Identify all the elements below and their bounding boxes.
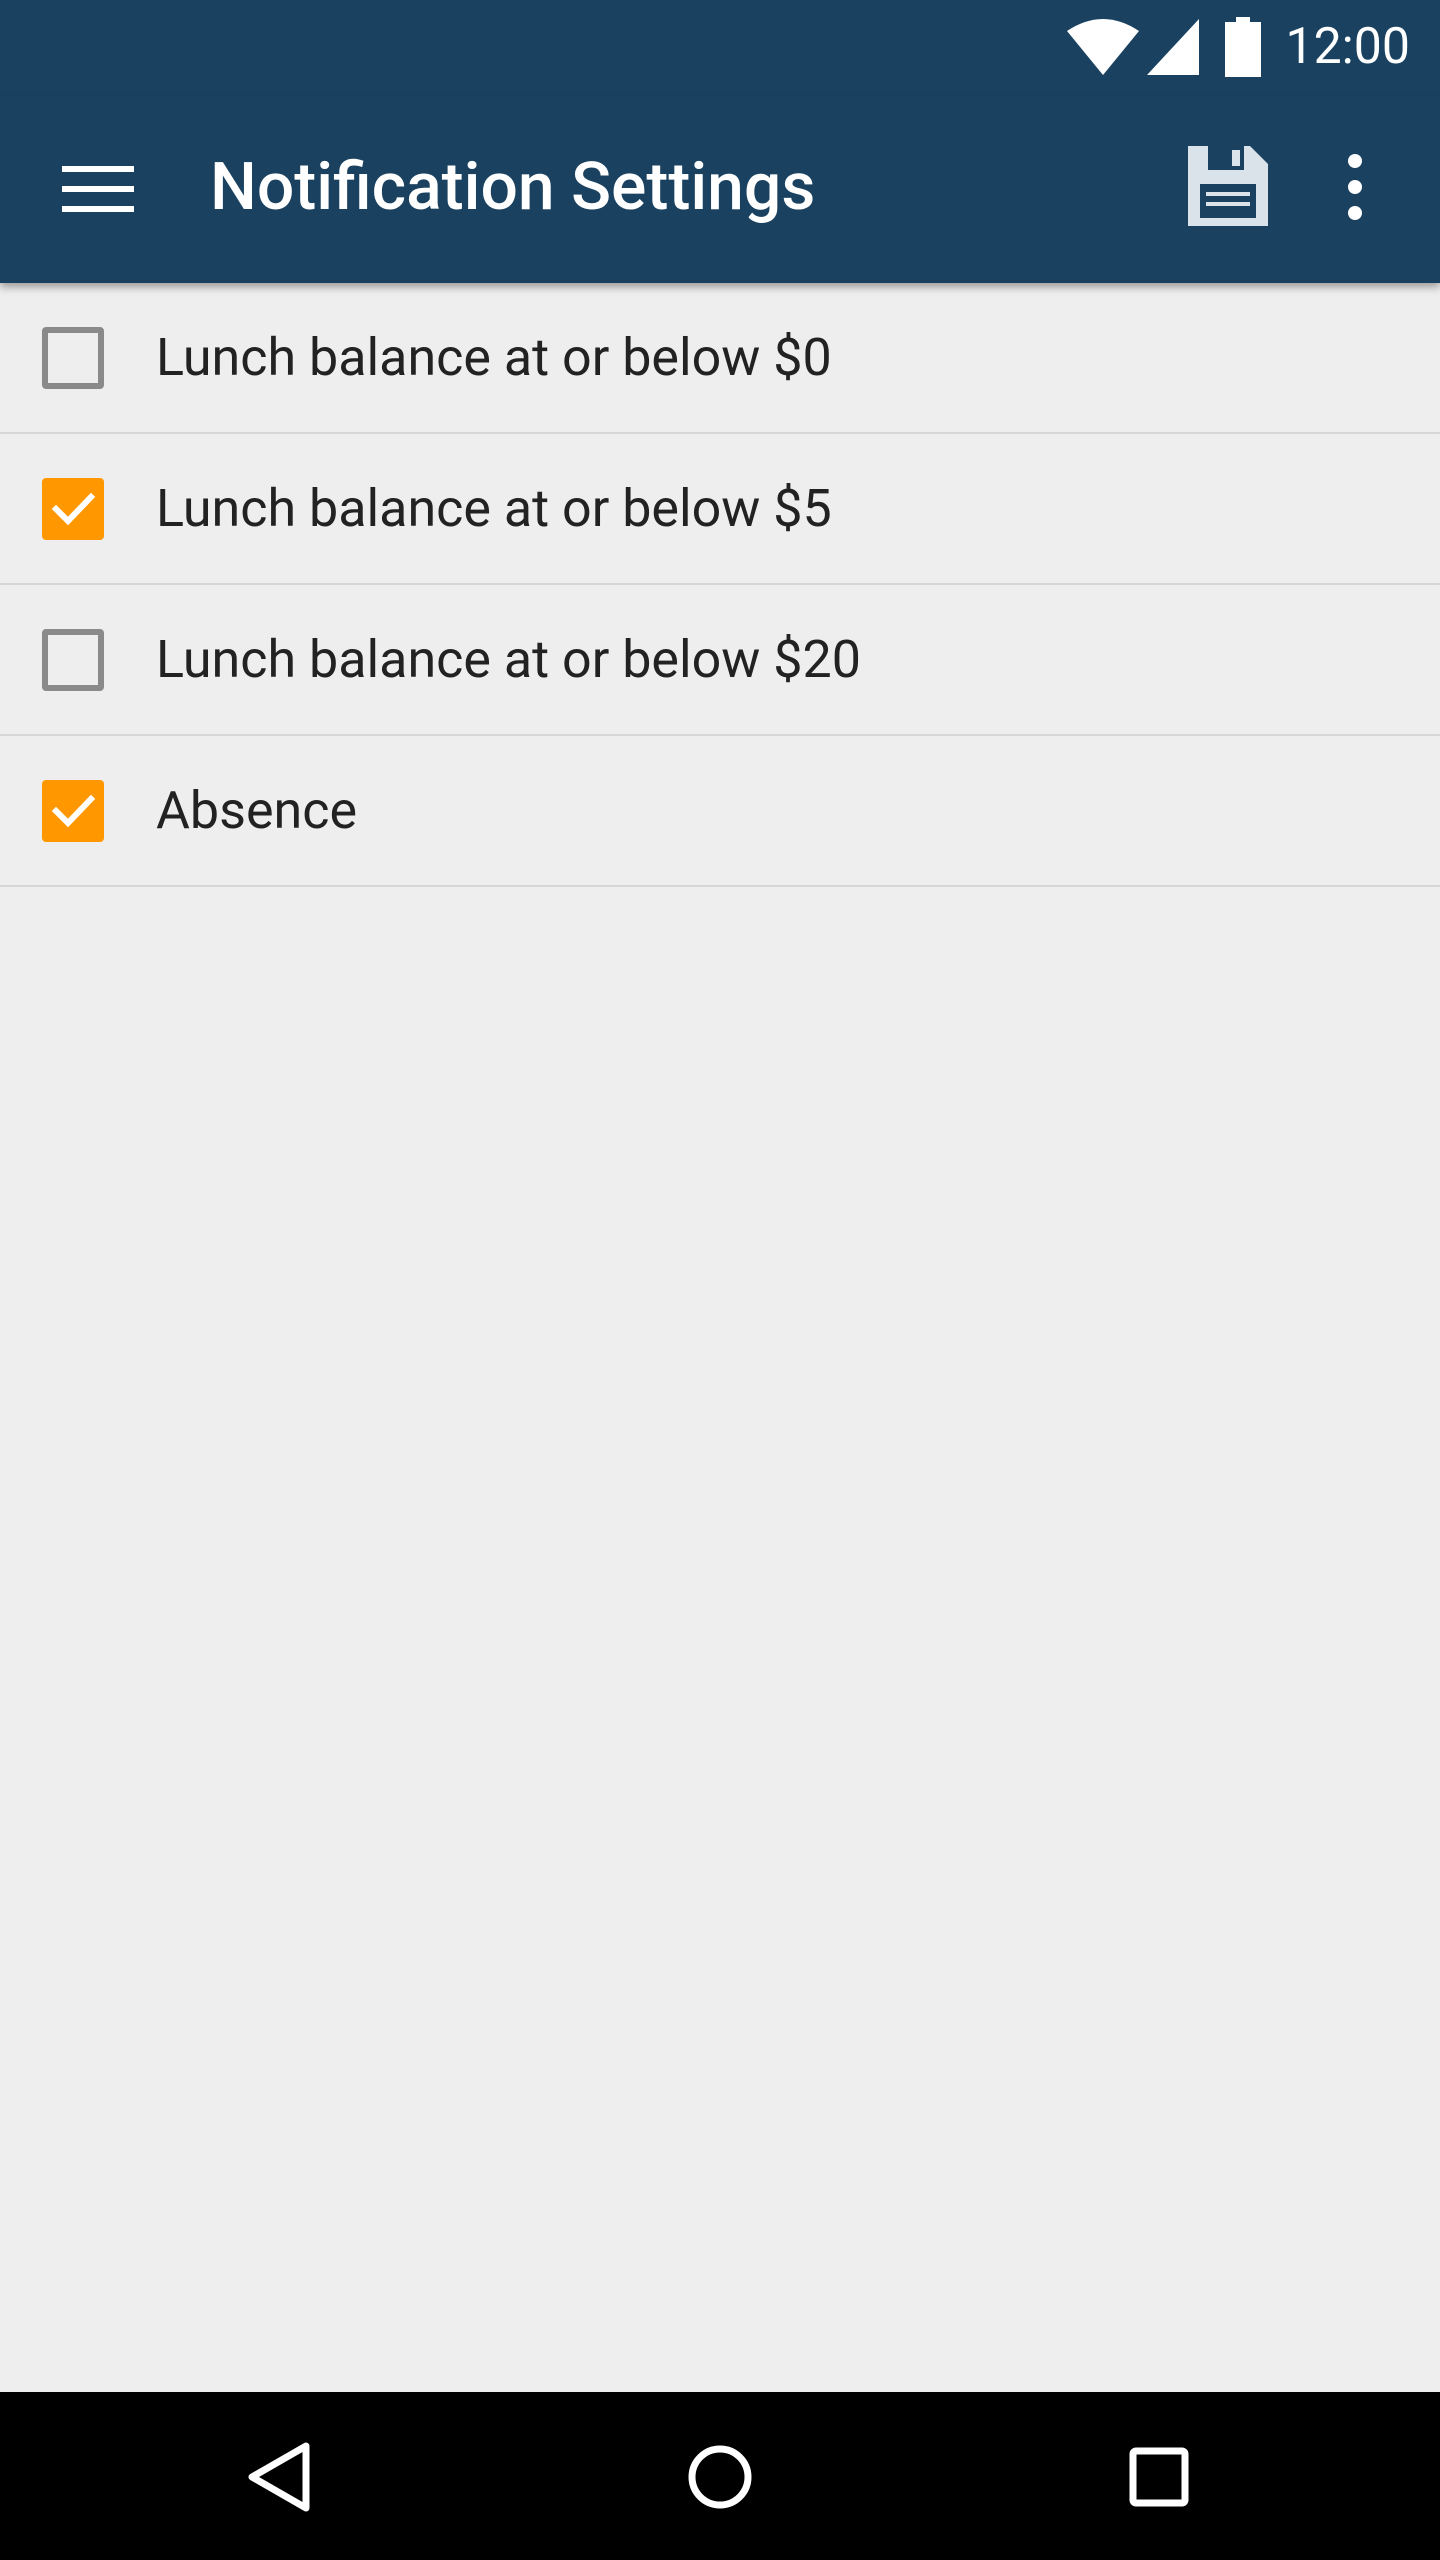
save-icon[interactable] — [1186, 144, 1270, 228]
app-bar: Notification Settings — [0, 96, 1440, 283]
recent-apps-icon[interactable] — [1114, 2432, 1204, 2522]
setting-label: Absence — [156, 780, 358, 841]
battery-icon — [1225, 17, 1262, 77]
menu-icon[interactable] — [56, 154, 140, 224]
checkmark-icon — [51, 492, 96, 526]
setting-label: Lunch balance at or below $5 — [156, 478, 832, 539]
back-icon[interactable] — [236, 2432, 326, 2522]
checkbox-checked[interactable] — [42, 478, 104, 540]
status-icons: 12:00 — [1067, 14, 1410, 80]
setting-row-balance-0[interactable]: Lunch balance at or below $0 — [0, 283, 1440, 434]
checkbox-unchecked[interactable] — [42, 629, 104, 691]
navigation-bar — [0, 2392, 1440, 2560]
setting-row-balance-5[interactable]: Lunch balance at or below $5 — [0, 434, 1440, 585]
notification-settings-list: Lunch balance at or below $0 Lunch balan… — [0, 283, 1440, 887]
wifi-icon — [1067, 19, 1140, 75]
checkbox-unchecked[interactable] — [42, 327, 104, 389]
setting-label: Lunch balance at or below $0 — [156, 327, 832, 388]
page-title: Notification Settings — [210, 149, 816, 226]
checkbox-checked[interactable] — [42, 780, 104, 842]
status-bar: 12:00 — [0, 0, 1440, 96]
home-icon[interactable] — [675, 2432, 765, 2522]
cell-signal-icon — [1147, 19, 1200, 75]
setting-label: Lunch balance at or below $20 — [156, 629, 861, 690]
overflow-menu-icon[interactable] — [1330, 146, 1380, 230]
setting-row-balance-20[interactable]: Lunch balance at or below $20 — [0, 585, 1440, 736]
setting-row-absence[interactable]: Absence — [0, 736, 1440, 887]
checkmark-icon — [51, 794, 96, 828]
status-time: 12:00 — [1285, 18, 1410, 76]
